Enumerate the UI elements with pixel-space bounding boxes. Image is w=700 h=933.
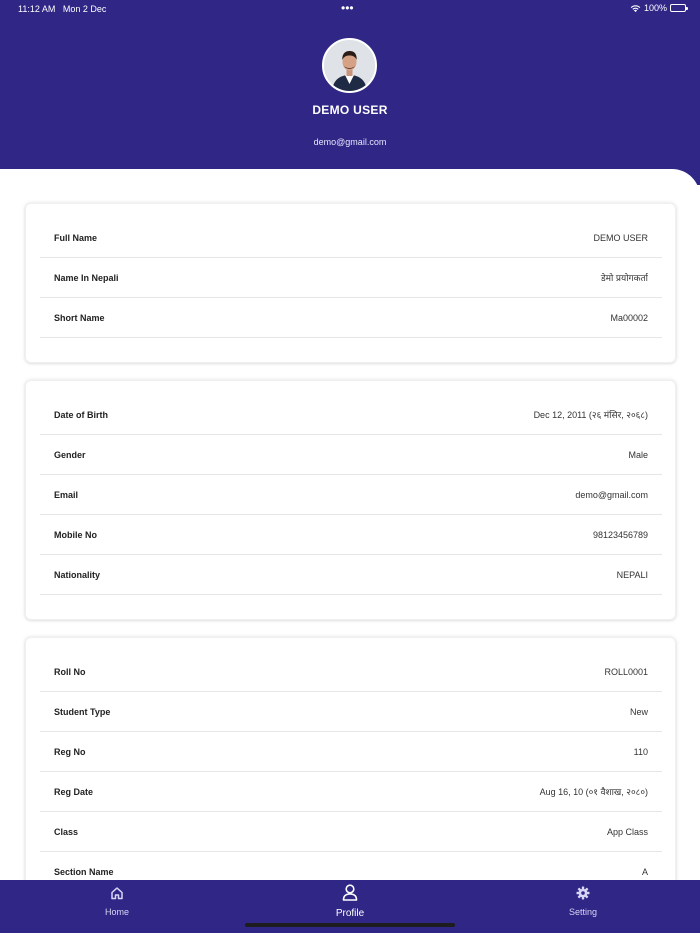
info-row-reg-no: Reg No 110 (40, 732, 662, 772)
battery-icon (670, 4, 688, 12)
user-icon (342, 884, 358, 901)
row-value: Dec 12, 2011 (२६ मंसिर, २०६८) (533, 410, 648, 420)
row-label: Name In Nepali (54, 272, 119, 283)
info-row-gender: Gender Male (40, 435, 662, 475)
nav-setting[interactable]: Setting (543, 886, 623, 917)
basic-info-card: Full Name DEMO USER Name In Nepali डेमो … (25, 203, 676, 363)
nav-profile[interactable]: Profile (310, 884, 390, 919)
row-label: Section Name (54, 866, 114, 877)
row-value: Aug 16, 10 (०१ वैशाख, २०८०) (539, 787, 648, 797)
row-value: 110 (633, 746, 648, 757)
info-row-reg-date: Reg Date Aug 16, 10 (०१ वैशाख, २०८०) (40, 772, 662, 812)
row-value: App Class (606, 826, 648, 837)
info-row-nationality: Nationality NEPALI (40, 555, 662, 595)
row-label: Reg Date (54, 786, 94, 797)
row-label: Student Type (54, 706, 111, 717)
row-value: डेमो प्रयोगकर्ता (600, 273, 648, 283)
row-value: Male (628, 449, 648, 460)
nav-home[interactable]: Home (77, 886, 157, 917)
status-time: 11:12 AM Mon 2 Dec (18, 4, 107, 14)
status-bar: 11:12 AM Mon 2 Dec ••• 100% (0, 0, 700, 18)
profile-name: DEMO USER (312, 103, 388, 117)
info-row-class: Class App Class (40, 812, 662, 852)
row-label: Nationality (54, 569, 101, 580)
row-label: Class (54, 826, 79, 837)
row-value: ROLL0001 (604, 666, 648, 677)
row-value: Ma00002 (610, 312, 648, 323)
gear-icon (576, 886, 590, 900)
nav-label: Home (104, 907, 129, 917)
avatar-photo (324, 40, 375, 91)
home-indicator (245, 923, 455, 927)
info-row-short-name: Short Name Ma00002 (40, 298, 662, 338)
info-row-mobile-no: Mobile No 98123456789 (40, 515, 662, 555)
home-icon (111, 887, 123, 900)
info-row-full-name: Full Name DEMO USER (40, 218, 662, 258)
row-value: New (629, 706, 648, 717)
avatar[interactable] (322, 38, 377, 93)
info-row-date-of-birth: Date of Birth Dec 12, 2011 (२६ मंसिर, २०… (40, 395, 662, 435)
status-right: 100% (630, 3, 688, 13)
nav-label: Profile (335, 908, 365, 919)
wifi-icon (630, 4, 641, 12)
row-label: Short Name (54, 312, 105, 323)
info-row-email: Email demo@gmail.com (40, 475, 662, 515)
row-label: Mobile No (54, 529, 97, 540)
row-label: Full Name (54, 232, 98, 243)
battery-percent: 100% (643, 3, 667, 13)
row-value: demo@gmail.com (575, 489, 648, 500)
row-value: NEPALI (616, 569, 648, 580)
row-label: Roll No (54, 666, 86, 677)
row-value: A (641, 866, 648, 877)
personal-info-card: Date of Birth Dec 12, 2011 (२६ मंसिर, २०… (25, 380, 676, 620)
row-label: Gender (54, 449, 86, 460)
profile-email: demo@gmail.com (313, 137, 387, 147)
row-value: 98123456789 (592, 529, 648, 540)
row-value: DEMO USER (593, 232, 648, 243)
row-label: Reg No (54, 746, 86, 757)
multitasking-dots[interactable]: ••• (341, 1, 354, 15)
academic-info-card: Roll No ROLL0001 Student Type New Reg No… (25, 637, 676, 907)
nav-label: Setting (568, 907, 598, 917)
status-date: Mon 2 Dec (62, 4, 107, 14)
row-label: Email (54, 489, 79, 500)
info-row-roll-no: Roll No ROLL0001 (40, 652, 662, 692)
info-row-student-type: Student Type New (40, 692, 662, 732)
row-label: Date of Birth (54, 409, 108, 420)
info-row-name-in-nepali: Name In Nepali डेमो प्रयोगकर्ता (40, 258, 662, 298)
